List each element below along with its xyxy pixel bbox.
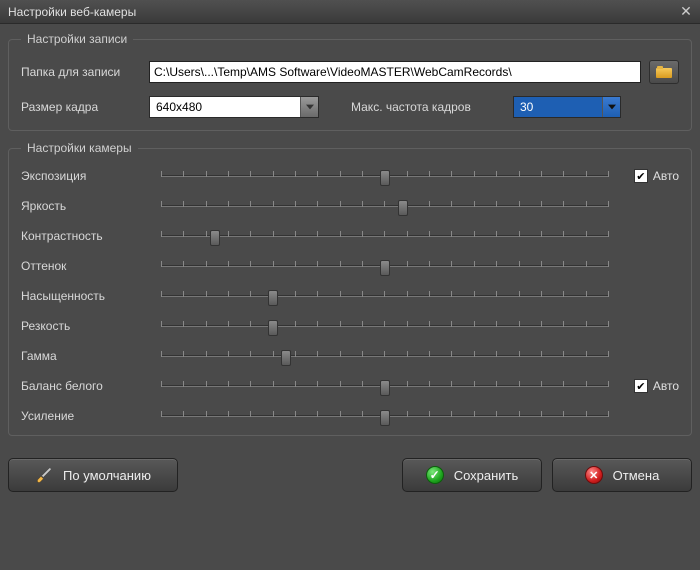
save-label: Сохранить [454, 468, 519, 483]
close-icon[interactable]: ✕ [678, 4, 694, 20]
auto-box: ✔ Авто [609, 169, 679, 183]
slider-label: Яркость [21, 199, 161, 213]
slider[interactable] [161, 409, 609, 423]
slider-thumb[interactable] [281, 350, 291, 366]
camera-legend: Настройки камеры [21, 141, 138, 155]
slider-row: Оттенок [21, 259, 679, 273]
check-circle-icon: ✓ [426, 466, 444, 484]
chevron-down-icon [602, 97, 620, 117]
cancel-label: Отмена [613, 468, 660, 483]
fps-select[interactable]: 30 [513, 96, 621, 118]
slider-thumb[interactable] [380, 380, 390, 396]
fps-label: Макс. частота кадров [351, 100, 513, 114]
slider-label: Усиление [21, 409, 161, 423]
folder-input[interactable] [149, 61, 641, 83]
slider-row: Контрастность [21, 229, 679, 243]
slider-row: Резкость [21, 319, 679, 333]
recording-settings-group: Настройки записи Папка для записи Размер… [8, 32, 692, 131]
brush-icon [35, 466, 53, 484]
slider-row: Экспозиция ✔ Авто [21, 169, 679, 183]
cancel-button[interactable]: ✕ Отмена [552, 458, 692, 492]
folder-icon [656, 66, 672, 78]
fps-value: 30 [514, 97, 602, 117]
defaults-label: По умолчанию [63, 468, 151, 483]
slider[interactable] [161, 289, 609, 303]
window-title: Настройки веб-камеры [8, 5, 136, 19]
auto-label: Авто [653, 379, 679, 393]
auto-checkbox[interactable]: ✔ [634, 379, 648, 393]
slider-thumb[interactable] [380, 410, 390, 426]
slider-thumb[interactable] [380, 260, 390, 276]
auto-box: ✔ Авто [609, 379, 679, 393]
slider[interactable] [161, 199, 609, 213]
slider[interactable] [161, 259, 609, 273]
browse-button[interactable] [649, 60, 679, 84]
slider-row: Насыщенность [21, 289, 679, 303]
slider-label: Баланс белого [21, 379, 161, 393]
slider-label: Резкость [21, 319, 161, 333]
slider[interactable] [161, 349, 609, 363]
slider[interactable] [161, 229, 609, 243]
defaults-button[interactable]: По умолчанию [8, 458, 178, 492]
slider-label: Экспозиция [21, 169, 161, 183]
slider-row: Гамма [21, 349, 679, 363]
slider-thumb[interactable] [210, 230, 220, 246]
slider-label: Оттенок [21, 259, 161, 273]
frame-size-value: 640x480 [150, 97, 300, 117]
auto-label: Авто [653, 169, 679, 183]
slider-thumb[interactable] [268, 290, 278, 306]
slider-label: Насыщенность [21, 289, 161, 303]
camera-settings-group: Настройки камеры Экспозиция ✔ Авто Яркость К… [8, 141, 692, 436]
frame-size-label: Размер кадра [21, 100, 149, 114]
slider-row: Яркость [21, 199, 679, 213]
frame-size-select[interactable]: 640x480 [149, 96, 319, 118]
slider[interactable] [161, 379, 609, 393]
slider-row: Баланс белого ✔ Авто [21, 379, 679, 393]
x-circle-icon: ✕ [585, 466, 603, 484]
recording-legend: Настройки записи [21, 32, 133, 46]
slider[interactable] [161, 169, 609, 183]
titlebar: Настройки веб-камеры ✕ [0, 0, 700, 24]
slider-thumb[interactable] [380, 170, 390, 186]
slider-row: Усиление [21, 409, 679, 423]
slider-label: Гамма [21, 349, 161, 363]
chevron-down-icon [300, 97, 318, 117]
save-button[interactable]: ✓ Сохранить [402, 458, 542, 492]
slider-label: Контрастность [21, 229, 161, 243]
slider-thumb[interactable] [398, 200, 408, 216]
folder-label: Папка для записи [21, 65, 149, 79]
slider-thumb[interactable] [268, 320, 278, 336]
auto-checkbox[interactable]: ✔ [634, 169, 648, 183]
slider[interactable] [161, 319, 609, 333]
